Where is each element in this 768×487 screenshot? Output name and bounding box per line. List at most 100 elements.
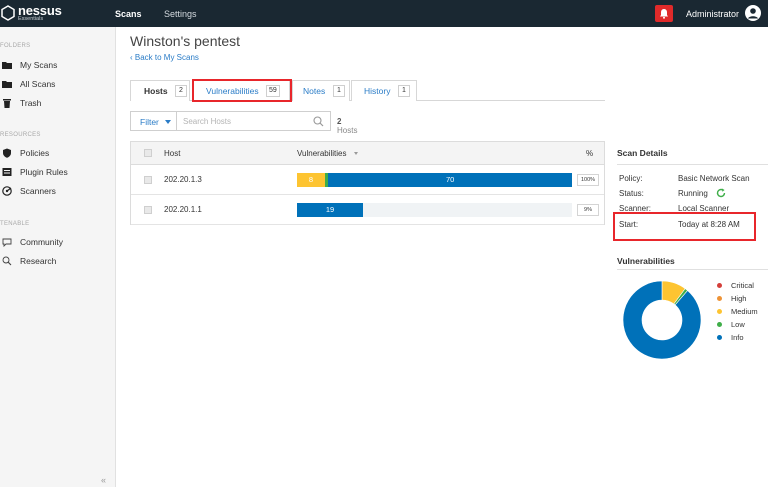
tab-label: Hosts bbox=[144, 86, 168, 96]
host-ip: 202.20.1.3 bbox=[164, 175, 202, 184]
tab-label: Notes bbox=[303, 86, 326, 96]
sidebar-item-label: Trash bbox=[20, 98, 42, 108]
host-count-number: 2 bbox=[337, 117, 342, 126]
host-ip: 202.20.1.1 bbox=[164, 205, 202, 214]
bar-segment-label: 8 bbox=[308, 175, 313, 184]
top-navigation-bar: nessus Essentials Scans Settings Adminis… bbox=[0, 0, 768, 27]
legend-dot bbox=[717, 322, 722, 327]
sidebar-item-label: Research bbox=[20, 256, 57, 266]
bar-segment-label: 70 bbox=[445, 175, 455, 184]
divider bbox=[617, 164, 768, 165]
table-row[interactable]: 202.20.1.3 8 70 100% bbox=[131, 165, 604, 195]
chevron-down-icon bbox=[165, 120, 171, 124]
select-all-checkbox[interactable] bbox=[144, 149, 152, 157]
tab-count-badge: 2 bbox=[175, 85, 187, 97]
host-count-label: Hosts bbox=[337, 126, 358, 135]
sidebar-item-my-scans[interactable]: My Scans bbox=[0, 58, 116, 74]
page-title: Winston's pentest bbox=[130, 33, 241, 49]
bar-segment-label: 19 bbox=[325, 205, 335, 214]
status-value: Running bbox=[678, 189, 708, 198]
divider bbox=[617, 269, 768, 270]
highlight-vulnerabilities-tab bbox=[192, 79, 292, 102]
sidebar-heading-folders: FOLDERS bbox=[0, 43, 31, 49]
policy-value: Basic Network Scan bbox=[678, 174, 750, 183]
sidebar-item-all-scans[interactable]: All Scans bbox=[0, 77, 116, 93]
plugin-rules-icon bbox=[2, 168, 12, 176]
sidebar-heading-resources: RESOURCES bbox=[0, 132, 41, 138]
sidebar-item-community[interactable]: Community bbox=[0, 235, 116, 251]
legend-dot bbox=[717, 296, 722, 301]
sidebar-item-plugin-rules[interactable]: Plugin Rules bbox=[0, 165, 116, 181]
table-row[interactable]: 202.20.1.1 19 9% bbox=[131, 195, 604, 225]
user-name[interactable]: Administrator bbox=[686, 9, 739, 19]
table-header: Host Vulnerabilities % bbox=[131, 142, 604, 165]
sidebar-item-scanners[interactable]: Scanners bbox=[0, 184, 116, 200]
legend-dot bbox=[717, 309, 722, 314]
sidebar-item-label: Plugin Rules bbox=[20, 167, 68, 177]
tab-label: History bbox=[364, 86, 391, 96]
tab-count-badge: 1 bbox=[398, 85, 410, 97]
scanners-icon bbox=[2, 186, 12, 196]
collapse-sidebar-button[interactable]: « bbox=[101, 475, 106, 485]
brand-edition: Essentials bbox=[18, 16, 44, 22]
legend-label: Medium bbox=[731, 307, 758, 316]
user-avatar-icon[interactable] bbox=[745, 5, 761, 21]
bell-icon bbox=[660, 9, 668, 19]
tab-hosts[interactable]: Hosts 2 bbox=[130, 80, 190, 101]
hosts-table: Host Vulnerabilities % 202.20.1.3 8 70 10… bbox=[130, 141, 605, 225]
sidebar-item-trash[interactable]: Trash bbox=[0, 96, 116, 112]
sidebar-item-research[interactable]: Research bbox=[0, 254, 116, 270]
host-count: 2 Hosts bbox=[337, 117, 357, 135]
sidebar-heading-tenable: TENABLE bbox=[0, 221, 30, 227]
notifications-button[interactable] bbox=[655, 5, 673, 22]
donut-slice-info[interactable] bbox=[622, 280, 702, 360]
vulnerability-bar[interactable]: 8 70 bbox=[297, 173, 572, 187]
community-icon bbox=[2, 238, 12, 247]
folder-icon bbox=[2, 62, 12, 69]
row-checkbox[interactable] bbox=[144, 176, 152, 184]
nav-scans[interactable]: Scans bbox=[115, 9, 142, 19]
sidebar-item-label: All Scans bbox=[20, 79, 56, 89]
column-header-percent: % bbox=[586, 149, 594, 158]
tab-history[interactable]: History 1 bbox=[351, 80, 417, 101]
highlight-start-time bbox=[613, 212, 756, 241]
nessus-hexagon-icon bbox=[1, 5, 15, 21]
sort-desc-icon bbox=[354, 152, 358, 155]
back-to-my-scans-link[interactable]: ‹ Back to My Scans bbox=[130, 53, 199, 62]
vulnerabilities-chart-title: Vulnerabilities bbox=[617, 256, 675, 266]
sidebar-item-label: Policies bbox=[20, 148, 50, 158]
tab-count-badge: 1 bbox=[333, 85, 345, 97]
row-checkbox[interactable] bbox=[144, 206, 152, 214]
legend-label: Info bbox=[731, 333, 744, 342]
percent-badge: 9% bbox=[577, 204, 599, 216]
legend-label: Critical bbox=[731, 281, 754, 290]
filter-button[interactable]: Filter bbox=[130, 111, 177, 131]
column-header-vulnerabilities[interactable]: Vulnerabilities bbox=[297, 149, 347, 158]
legend-label: Low bbox=[731, 320, 745, 329]
sidebar-item-policies[interactable]: Policies bbox=[0, 146, 116, 162]
nav-settings[interactable]: Settings bbox=[164, 9, 197, 19]
research-icon bbox=[2, 256, 12, 266]
legend-dot bbox=[717, 283, 722, 288]
filter-label: Filter bbox=[140, 117, 159, 127]
column-header-host[interactable]: Host bbox=[164, 149, 180, 158]
tab-notes[interactable]: Notes 1 bbox=[292, 80, 350, 101]
vulnerabilities-donut-chart[interactable] bbox=[622, 280, 702, 360]
legend-label: High bbox=[731, 294, 747, 303]
sidebar-item-label: Scanners bbox=[20, 186, 56, 196]
refresh-icon[interactable] bbox=[716, 188, 726, 198]
nessus-logo[interactable]: nessus Essentials bbox=[0, 2, 80, 24]
trash-icon bbox=[3, 99, 11, 108]
vulnerability-bar[interactable]: 19 bbox=[297, 203, 572, 217]
search-icon[interactable] bbox=[313, 116, 324, 127]
sidebar-item-label: Community bbox=[20, 237, 63, 247]
policy-key: Policy: bbox=[619, 174, 643, 183]
search-hosts-box bbox=[177, 111, 331, 131]
status-key: Status: bbox=[619, 189, 644, 198]
folder-icon bbox=[2, 81, 12, 88]
percent-badge: 100% bbox=[577, 174, 599, 186]
search-hosts-input[interactable] bbox=[183, 115, 303, 128]
sidebar-item-label: My Scans bbox=[20, 60, 58, 70]
legend-dot bbox=[717, 335, 722, 340]
sidebar: FOLDERS My Scans All Scans Trash RESOURC… bbox=[0, 27, 116, 487]
